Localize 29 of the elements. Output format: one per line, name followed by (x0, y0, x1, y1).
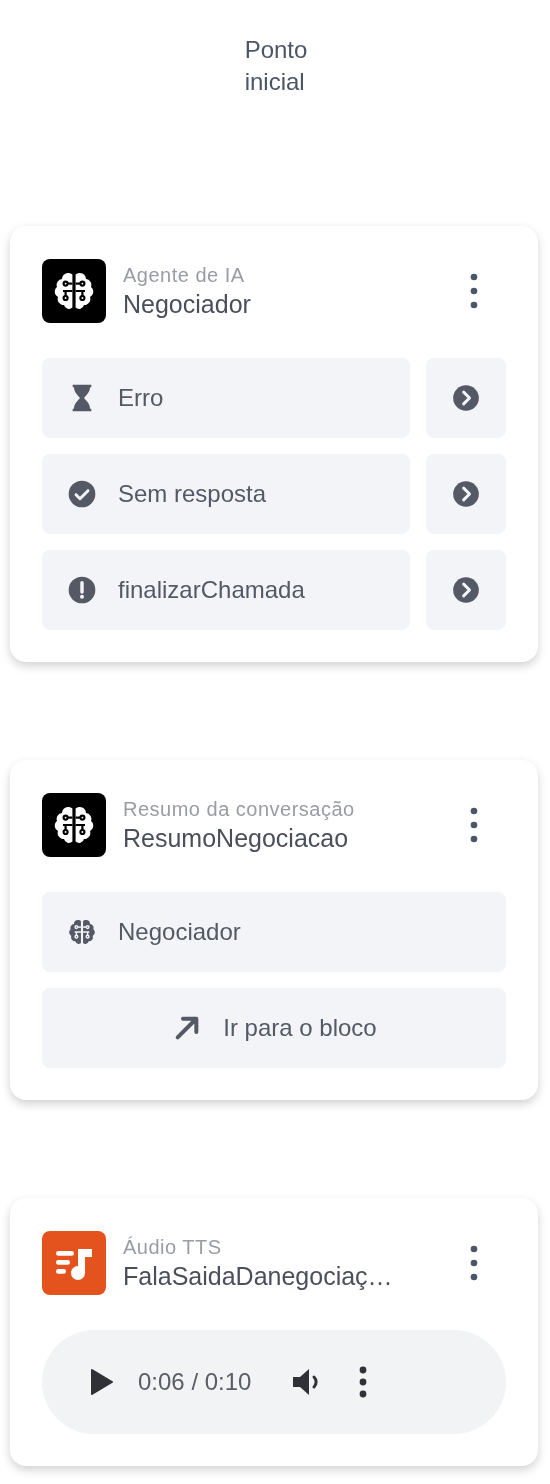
block-title: FalaSaidaDanegociaç… (123, 1261, 394, 1292)
exclamation-icon (66, 574, 98, 606)
block-type-label: Áudio TTS (123, 1235, 223, 1260)
play-icon[interactable] (88, 1366, 116, 1398)
chevron-right-icon (452, 480, 480, 508)
block-title: ResumoNegociacao (123, 823, 350, 854)
chevron-right-icon (452, 576, 480, 604)
output-label: Sem resposta (118, 479, 267, 509)
agent-label: Negociador (118, 917, 241, 947)
block-card[interactable]: Resumo da conversação ResumoNegociacao Negociador Ir para o bloco (10, 760, 538, 1100)
audio-player[interactable]: 0:06 / 0:10 (42, 1330, 506, 1434)
brain-app-icon (42, 793, 106, 857)
block-card[interactable]: Agente de IA Negociador Erro Sem resposta finalizarChamada (10, 226, 538, 662)
brain-app-icon (42, 259, 106, 323)
block-title: Negociador (123, 289, 252, 320)
output-label: finalizarChamada (118, 575, 305, 605)
block-type-label: Agente de IA (123, 263, 246, 288)
block-type-label: Resumo da conversação (123, 797, 356, 822)
next-button[interactable] (426, 550, 506, 630)
next-button[interactable] (426, 454, 506, 534)
music-app-icon (42, 1231, 106, 1295)
output-label: Erro (118, 383, 164, 413)
check-circle-icon (66, 478, 98, 510)
go-to-block-button[interactable]: Ir para o bloco (42, 988, 506, 1068)
chevron-right-icon (452, 384, 480, 412)
block-card[interactable]: Áudio TTS FalaSaidaDanegociaç… 0:06 / 0:10 (10, 1198, 538, 1466)
next-button[interactable] (426, 358, 506, 438)
audio-time: 0:06 / 0:10 (138, 1367, 252, 1397)
start-node-label: Ponto inicial (244, 35, 308, 97)
